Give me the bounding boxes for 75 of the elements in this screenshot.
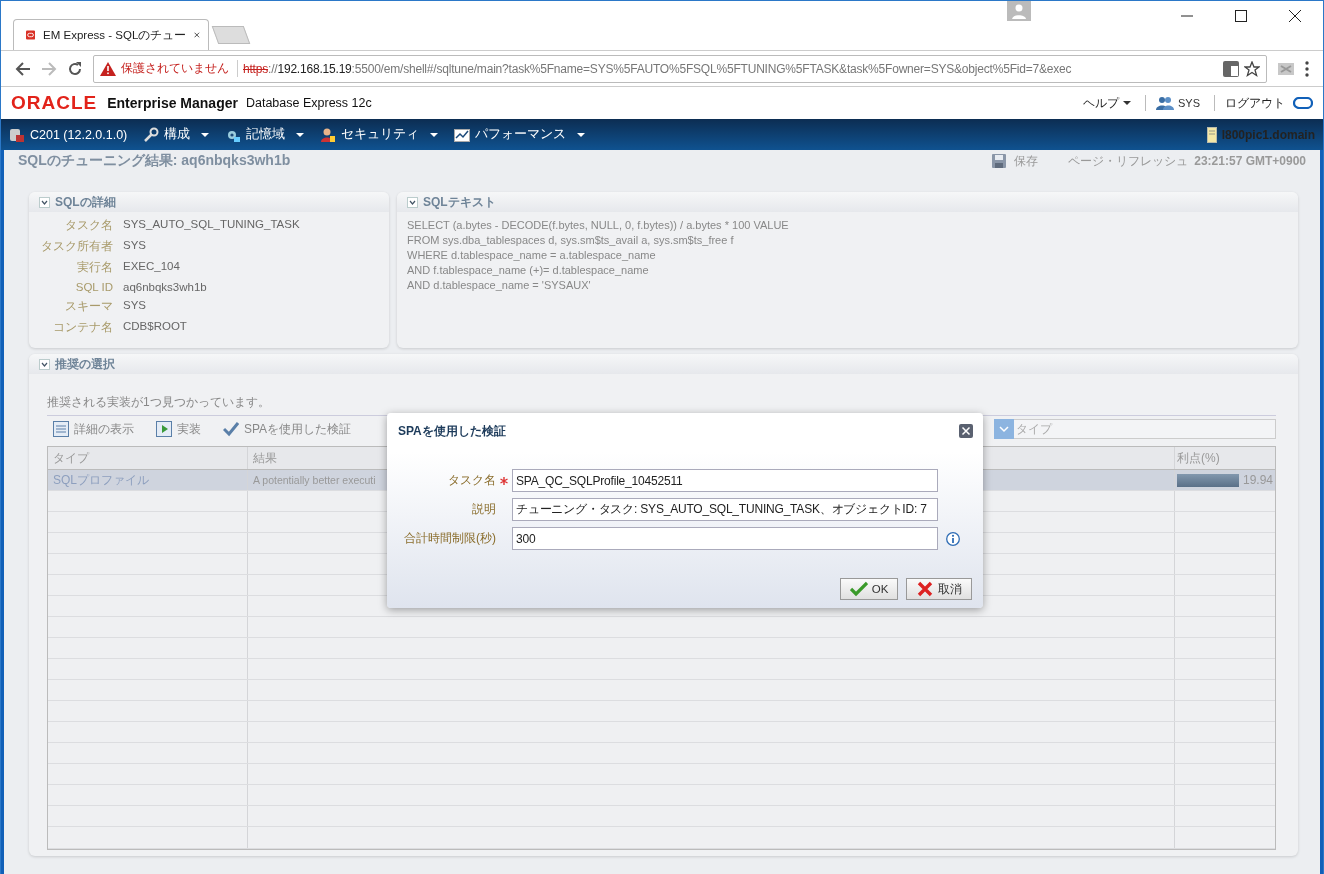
security-warning: 保護されていません	[121, 60, 238, 77]
address-field[interactable]: 保護されていません https://192.168.15.19:5500/em/shell#/sqltune/main?task%5Fname=SYS%5FAUTO%5FSQL%5FTUNING%5FTASK&task%5Fowner=SYS&object%5Fid=7&exec	[93, 54, 1267, 83]
play-icon	[156, 421, 172, 437]
sql-line: FROM sys.dba_tablespaces d, sys.sm$ts_avail a, sys.sm$ts_free f	[407, 233, 735, 248]
star-icon[interactable]	[1244, 60, 1260, 77]
benefit-value: 19.94	[1242, 473, 1273, 487]
warning-icon	[100, 61, 116, 76]
security-icon	[320, 126, 337, 143]
field-value: EXEC_104	[123, 260, 181, 274]
field-label: 合計時間制限(秒)	[403, 530, 496, 547]
field-label: スキーマ	[64, 299, 113, 314]
panel-title: 推奨の選択	[55, 355, 115, 373]
sql-line: AND d.tablespace_name = 'SYSAUX'	[407, 278, 592, 293]
dialog-button[interactable]: OK	[840, 578, 898, 600]
nav-menu[interactable]: パフォーマンス	[454, 126, 586, 143]
help-menu[interactable]: ヘルプ	[1083, 94, 1131, 112]
field-label: SQL ID	[74, 281, 113, 293]
nav-menu[interactable]: C201 (12.2.0.1.0)	[9, 126, 128, 143]
user-name: SYS	[1178, 97, 1200, 109]
chart-icon	[454, 126, 471, 143]
oracle-icon	[26, 27, 36, 43]
field-label: コンテナ名	[52, 320, 113, 335]
close-icon[interactable]	[959, 424, 973, 438]
url-text: https://192.168.15.19:5500/em/shell#/sqltune/main?task%5Fname=SYS%5FAUTO%5FSQL%5FTUNING%5FTASK&task%5Fowner=SYS&object%5Fid=7&exec	[243, 61, 1073, 76]
field-value: SYS	[123, 239, 147, 253]
edition-name: Database Express 12c	[245, 96, 372, 110]
oracle-icon	[1293, 97, 1313, 109]
field-value: CDB$ROOT	[123, 320, 188, 334]
reload-icon[interactable]	[67, 60, 83, 77]
dialog-title: SPAを使用した検証	[398, 422, 506, 440]
chevron-icon[interactable]	[407, 196, 418, 208]
nav-menu[interactable]: 記憶域	[225, 126, 305, 143]
checkmark-icon	[223, 421, 239, 437]
browser-tab[interactable]: EM Express - SQLのチュー	[13, 19, 209, 50]
field-label: タスク名	[447, 472, 496, 489]
chevron-icon[interactable]	[39, 196, 50, 208]
save-icon	[992, 154, 1007, 168]
sql-line: SELECT (a.bytes - DECODE(f.bytes, NULL, 0, f.bytes)) / a.bytes * 100 VALUE	[407, 218, 790, 233]
users-icon	[1156, 96, 1174, 110]
product-name: Enterprise Manager	[107, 95, 238, 111]
panel-title: SQLの詳細	[55, 193, 116, 211]
maximize-icon[interactable]	[1235, 10, 1247, 22]
field-value: SYS	[123, 299, 147, 313]
oracle-logo: ORACLE	[11, 92, 98, 114]
panel-title: SQLテキスト	[423, 193, 496, 211]
refresh-label: ページ・リフレッシュ	[1068, 152, 1189, 170]
field-label: 説明	[471, 501, 496, 518]
page-title: SQLのチューニング結果: aq6nbqks3wh1b	[18, 152, 291, 170]
chevron-icon[interactable]	[39, 358, 50, 370]
input-field[interactable]: 300	[512, 527, 938, 550]
server-icon	[1206, 126, 1217, 143]
nav-menu[interactable]: セキュリティ	[320, 126, 439, 143]
info-icon[interactable]	[946, 531, 960, 546]
menu-icon[interactable]	[1305, 60, 1309, 77]
input-field[interactable]: チューニング・タスク: SYS_AUTO_SQL_TUNING_TASK、オブジェクトID: 7	[512, 498, 938, 521]
sql-line: AND f.tablespace_name (+)= d.tablespace_name	[407, 263, 650, 278]
nav-menu[interactable]: 構成	[143, 126, 210, 143]
field-label: タスク所有者	[40, 239, 113, 254]
field-value: SYS_AUTO_SQL_TUNING_TASK	[123, 218, 301, 232]
wrench-icon	[143, 126, 160, 143]
logout-link[interactable]: ログアウト	[1225, 94, 1285, 112]
cross-icon	[916, 581, 934, 597]
database-icon	[9, 126, 25, 143]
refresh-time: 23:21:57 GMT+0900	[1194, 154, 1306, 168]
details-icon	[53, 421, 69, 437]
back-icon[interactable]	[15, 60, 31, 77]
filter-field[interactable]: タイプ	[1014, 419, 1276, 439]
checkmark-icon	[849, 581, 868, 597]
close-icon[interactable]	[1289, 10, 1301, 22]
input-field[interactable]: SPA_QC_SQLProfile_10452511	[512, 469, 938, 492]
field-label: タスク名	[64, 218, 113, 233]
field-value: aq6nbqks3wh1b	[123, 281, 208, 293]
field-label: 実行名	[76, 260, 113, 275]
sql-line: WHERE d.tablespace_name = a.tablespace_name	[407, 248, 657, 263]
dialog-button[interactable]: 取消	[906, 578, 972, 600]
